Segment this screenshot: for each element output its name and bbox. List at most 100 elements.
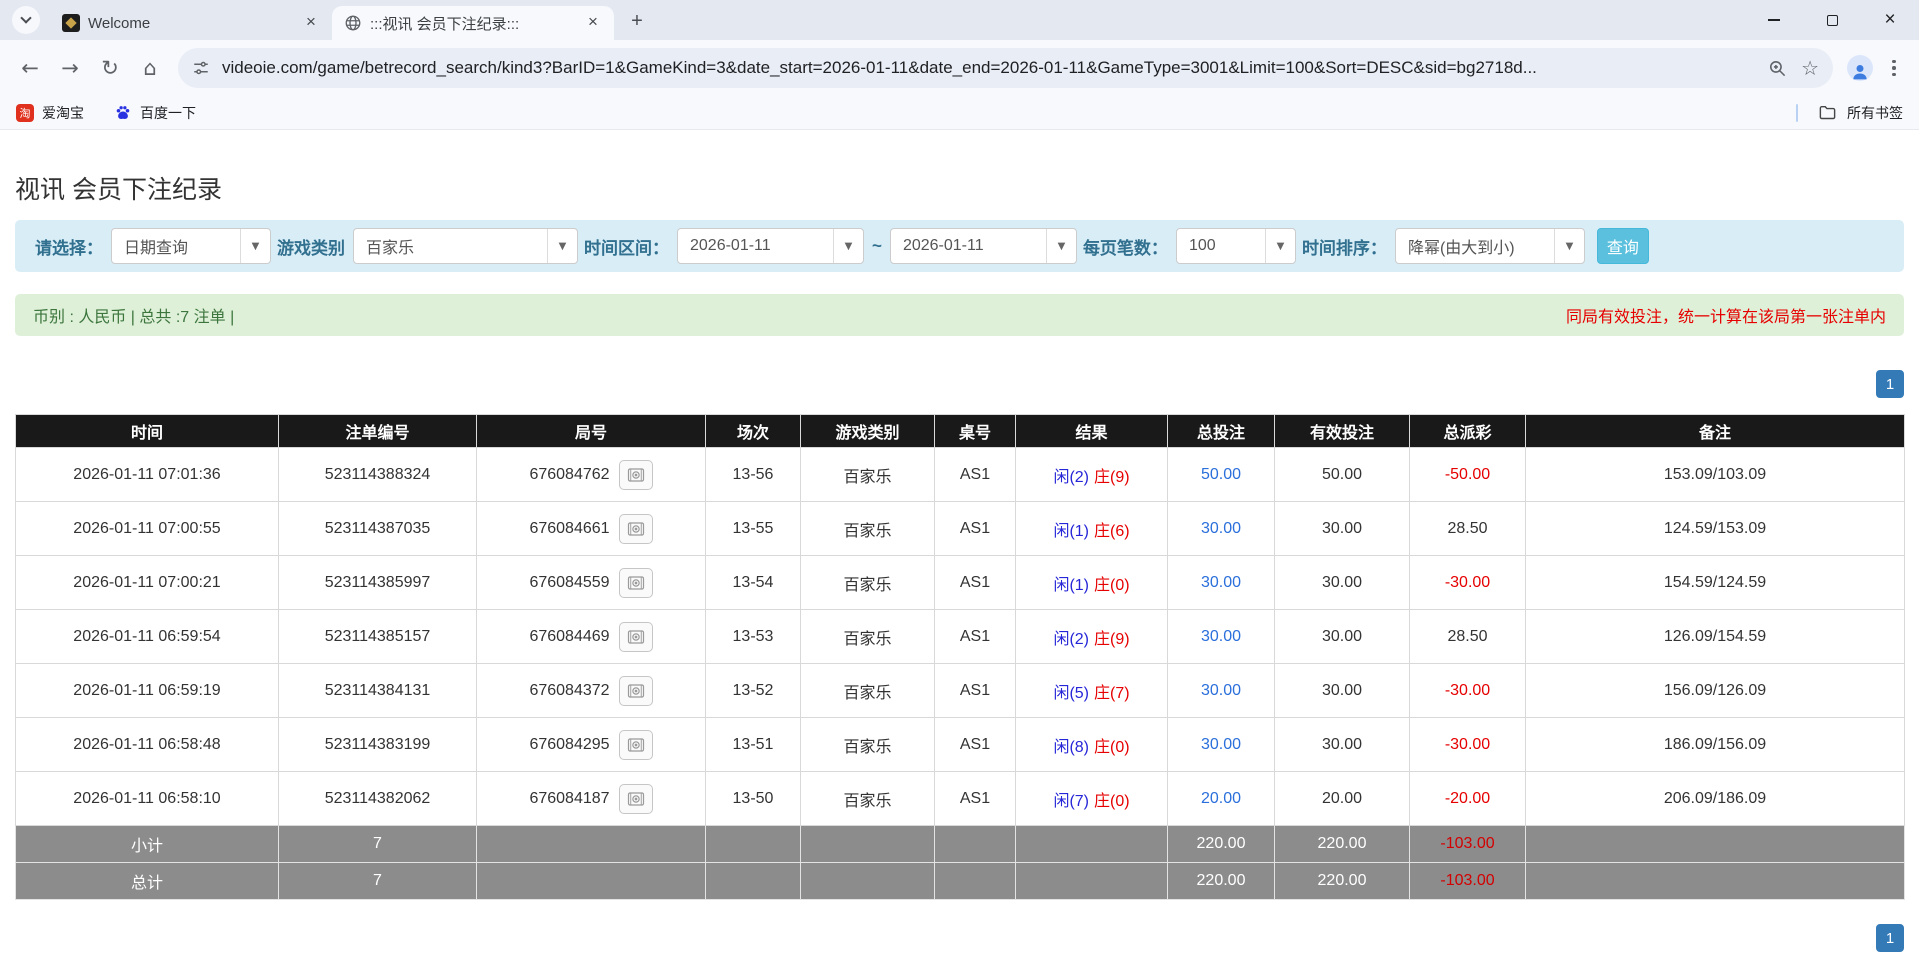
forward-button[interactable]: → (50, 48, 90, 88)
cell-total-bet: 30.00 (1167, 501, 1275, 556)
total-bet-link[interactable]: 30.00 (1201, 682, 1241, 699)
pagination-page-1[interactable]: 1 (1876, 924, 1904, 952)
tab-close-icon[interactable]: × (582, 12, 604, 34)
new-tab-button[interactable]: + (622, 6, 652, 36)
cell-game-kind: 百家乐 (800, 555, 935, 610)
total-row: 总计 7 220.00 220.00 -103.00 (15, 862, 1905, 900)
result-banker: 庄(7) (1094, 684, 1130, 702)
search-button[interactable]: 查询 (1596, 228, 1649, 264)
reload-button[interactable]: ↻ (90, 48, 130, 88)
video-replay-button[interactable] (618, 675, 653, 706)
tab-bet-record[interactable]: :::视讯 会员下注纪录::: × (332, 6, 614, 40)
cell-game-kind: 百家乐 (800, 501, 935, 556)
column-header: 时间 (15, 414, 279, 448)
cell-time: 2026-01-11 06:59:54 (15, 609, 279, 664)
film-reel-icon (627, 737, 644, 752)
browser-menu-icon[interactable] (1879, 59, 1909, 77)
home-button[interactable]: ⌂ (130, 48, 170, 88)
cell-bet-number: 523114384131 (278, 663, 477, 718)
cell-total-bet: 50.00 (1167, 447, 1275, 502)
bookmark-label: 爱淘宝 (42, 104, 84, 121)
footer-cell (476, 862, 706, 900)
game-kind-dropdown[interactable]: 百家乐 ▼ (353, 228, 578, 264)
tab-welcome[interactable]: Welcome × (50, 6, 332, 40)
cell-result: 闲(5) 庄(7) (1015, 663, 1168, 718)
per-page-label: 每页笔数： (1082, 238, 1168, 258)
video-replay-button[interactable] (618, 459, 653, 490)
tab-title: :::视讯 会员下注纪录::: (370, 15, 520, 33)
cell-total-bet: 30.00 (1167, 555, 1275, 610)
total-bet-link[interactable]: 30.00 (1201, 628, 1241, 645)
column-header: 备注 (1525, 414, 1905, 448)
date-end-dropdown[interactable]: 2026-01-11 ▼ (889, 228, 1077, 264)
zoom-icon[interactable] (1768, 59, 1787, 78)
site-settings-icon[interactable] (192, 59, 210, 77)
payout-value: -30.00 (1444, 681, 1491, 699)
cell-game-kind: 百家乐 (800, 609, 935, 664)
page-title: 视讯 会员下注纪录 (15, 176, 222, 204)
minimize-icon (1768, 19, 1780, 21)
total-bet-link[interactable]: 50.00 (1201, 466, 1241, 483)
total-bet-link[interactable]: 30.00 (1201, 574, 1241, 591)
cell-valid-bet: 20.00 (1274, 771, 1410, 826)
minimize-button[interactable] (1745, 0, 1803, 40)
column-header: 场次 (705, 414, 801, 448)
cell-valid-bet: 50.00 (1274, 447, 1410, 502)
footer-cell (934, 825, 1016, 863)
cell-total-bet: 30.00 (1167, 663, 1275, 718)
footer-cell (705, 825, 801, 863)
query-type-value: 日期查询 (124, 240, 189, 257)
sort-dropdown[interactable]: 降幂(由大到小) ▼ (1394, 228, 1585, 264)
taobao-icon: 淘 (16, 103, 34, 122)
video-replay-button[interactable] (618, 729, 653, 760)
cell-result: 闲(1) 庄(0) (1015, 555, 1168, 610)
back-button[interactable]: ← (10, 48, 50, 88)
bookmark-taobao[interactable]: 淘 爱淘宝 (16, 103, 84, 123)
tab-search-button[interactable] (12, 6, 40, 34)
profile-avatar[interactable] (1847, 55, 1873, 81)
caret-down-icon: ▼ (240, 229, 270, 263)
pagination-page-1[interactable]: 1 (1876, 370, 1904, 398)
date-start-dropdown[interactable]: 2026-01-11 ▼ (677, 228, 864, 264)
address-bar[interactable]: videoie.com/game/betrecord_search/kind3?… (178, 48, 1833, 88)
web-page: 视讯 会员下注纪录 请选择： 日期查询 ▼ 游戏类别 百家乐 ▼ 时间区间： 2… (0, 170, 1919, 969)
query-type-dropdown[interactable]: 日期查询 ▼ (111, 228, 271, 264)
total-bet-link[interactable]: 20.00 (1201, 790, 1241, 807)
cell-session: 13-53 (705, 609, 801, 664)
per-page-dropdown[interactable]: 100 ▼ (1175, 228, 1296, 264)
video-replay-button[interactable] (618, 513, 653, 544)
cell-bet-number: 523114388324 (278, 447, 477, 502)
column-header: 结果 (1015, 414, 1168, 448)
footer-cell: 220.00 (1167, 862, 1275, 900)
chevron-down-icon (20, 12, 32, 24)
video-replay-button[interactable] (618, 621, 653, 652)
cell-game-kind: 百家乐 (800, 447, 935, 502)
cell-remark: 156.09/126.09 (1525, 663, 1905, 718)
video-replay-button[interactable] (618, 783, 653, 814)
bookmarks-separator (1796, 103, 1798, 122)
table-header-row: 时间 注单编号 局号 场次 游戏类别 桌号 结果 总投注 有效投注 总派彩 备注 (15, 414, 1905, 448)
cell-session: 13-50 (705, 771, 801, 826)
cell-payout: -20.00 (1409, 771, 1526, 826)
footer-cell (934, 862, 1016, 900)
url-text[interactable]: videoie.com/game/betrecord_search/kind3?… (222, 58, 1758, 78)
bookmarks-bar: 淘 爱淘宝 百度一下 所有书签 (0, 96, 1919, 130)
per-page-value: 100 (1188, 237, 1216, 254)
video-replay-button[interactable] (618, 567, 653, 598)
total-bet-link[interactable]: 30.00 (1201, 736, 1241, 753)
cell-payout: -30.00 (1409, 663, 1526, 718)
valid-bet-notice: 同局有效投注，统一计算在该局第一张注单内 (1565, 309, 1886, 326)
film-reel-icon (627, 629, 644, 644)
column-header: 总投注 (1167, 414, 1275, 448)
all-bookmarks-label[interactable]: 所有书签 (1847, 103, 1903, 123)
bookmark-baidu[interactable]: 百度一下 (114, 103, 196, 123)
cell-payout: 28.50 (1409, 501, 1526, 556)
close-button[interactable]: × (1861, 0, 1919, 40)
bookmark-star-icon[interactable]: ☆ (1801, 56, 1819, 80)
maximize-button[interactable] (1803, 0, 1861, 40)
cell-round: 676084295 (476, 717, 706, 772)
tab-close-icon[interactable]: × (300, 12, 322, 34)
payout-value: -30.00 (1444, 735, 1491, 753)
result-player: 闲(1) (1053, 576, 1089, 594)
total-bet-link[interactable]: 30.00 (1201, 520, 1241, 537)
